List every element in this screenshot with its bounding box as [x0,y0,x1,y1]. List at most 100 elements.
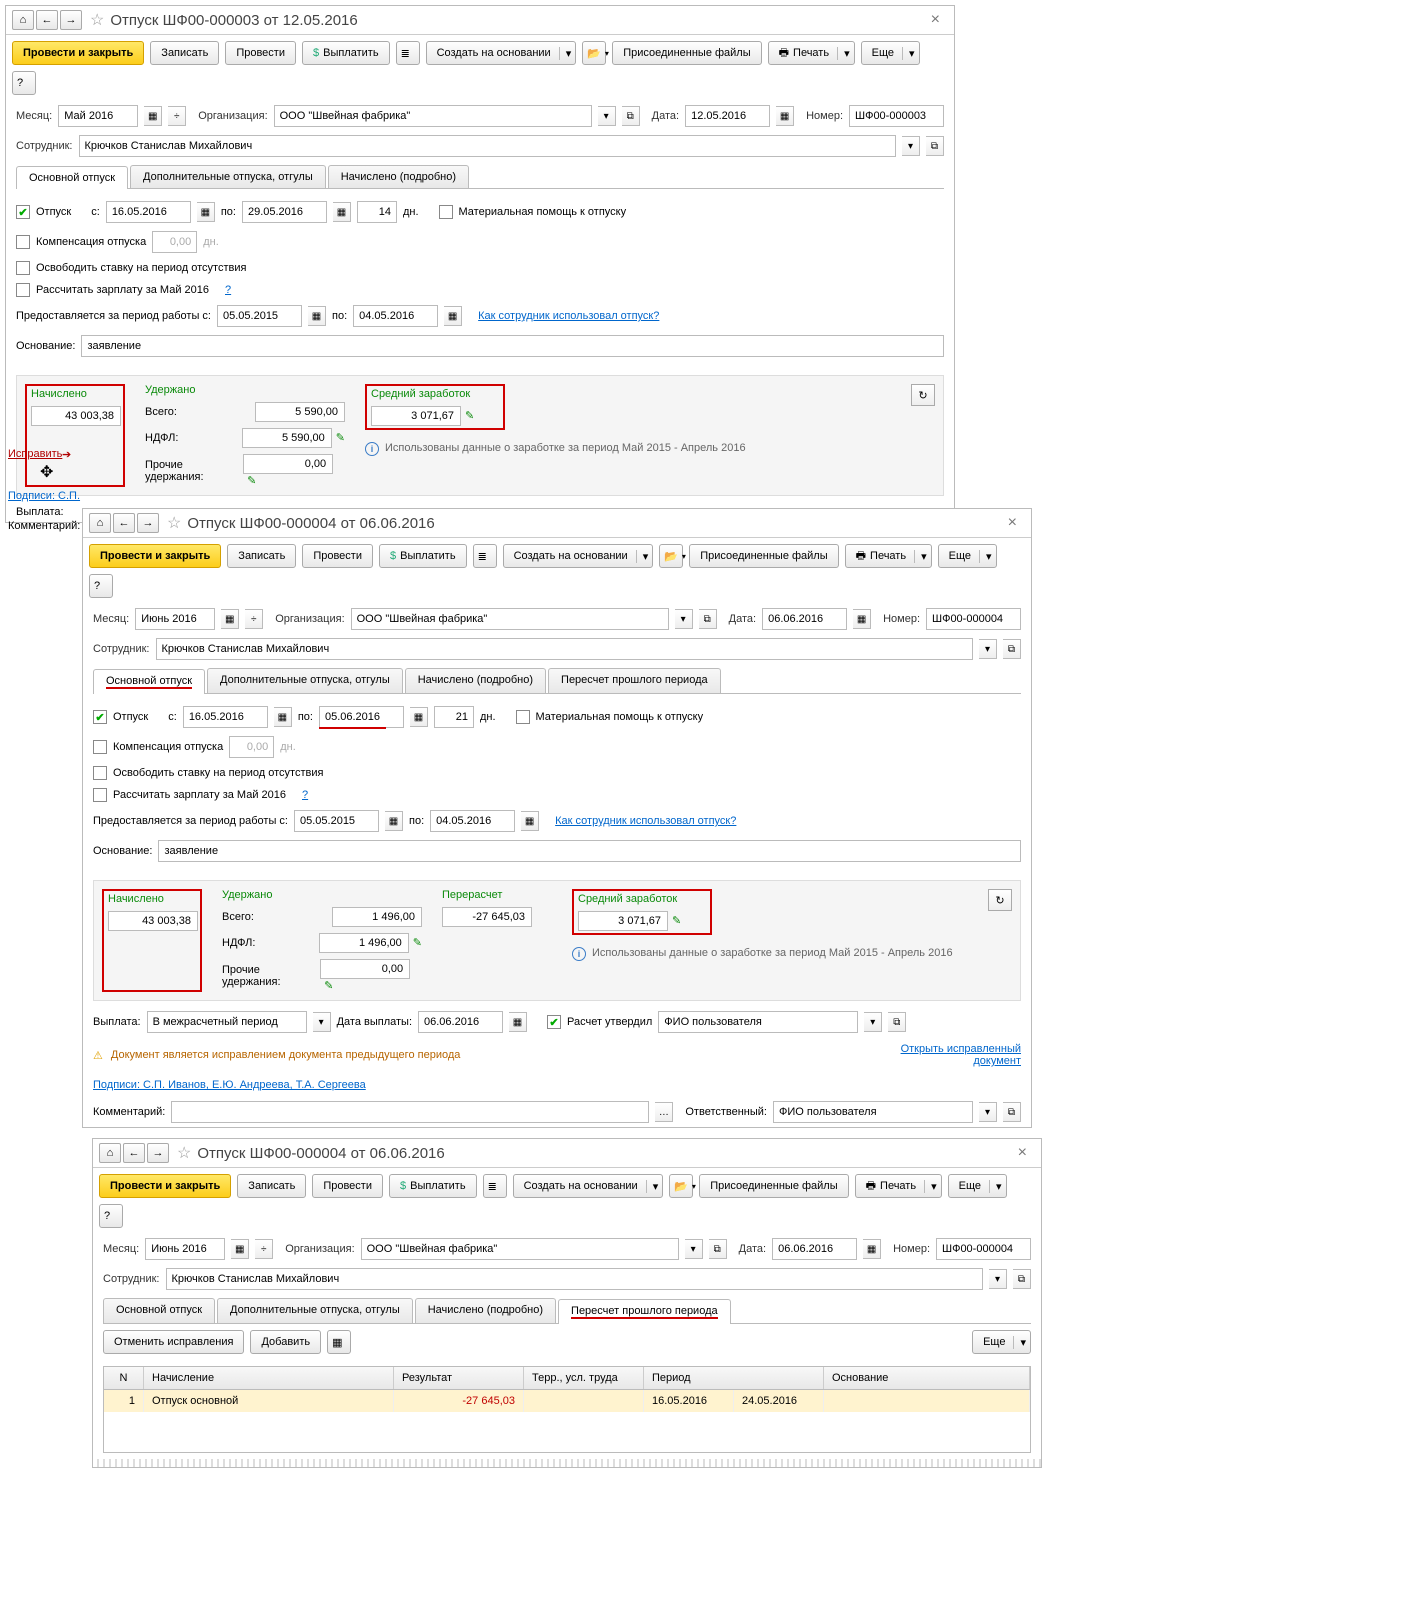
vacation-checkbox[interactable]: ✔ [93,710,107,724]
pay-button[interactable]: $Выплатить [389,1174,477,1198]
emp-open-icon[interactable]: ⧉ [926,136,944,156]
print-button[interactable]: 🖶 Печать▾ [845,544,932,568]
pencil-icon[interactable]: ✎ [465,410,474,422]
fwd-button[interactable]: → [137,513,159,533]
col-n[interactable]: N [104,1367,144,1389]
tab-main[interactable]: Основной отпуск [16,166,128,189]
emp-open-icon[interactable]: ⧉ [1003,639,1021,659]
tab-main[interactable]: Основной отпуск [103,1298,215,1323]
help-link[interactable]: ? [225,284,231,296]
org-open-icon[interactable]: ⧉ [699,609,717,629]
create-based-button[interactable]: Создать на основании▾ [513,1174,664,1198]
pto-cal-icon[interactable]: ▦ [521,811,539,831]
col-terr[interactable]: Терр., усл. труда [524,1367,644,1389]
comp-days-field[interactable] [152,231,197,253]
emp-open-icon[interactable]: ⧉ [1013,1269,1031,1289]
pto-cal-icon[interactable]: ▦ [444,306,462,326]
star-icon[interactable]: ☆ [90,10,104,30]
home-button[interactable]: ⌂ [99,1143,121,1163]
month-spin-icon[interactable]: ÷ [255,1239,273,1259]
resp-field[interactable] [773,1101,973,1123]
create-based-button[interactable]: Создать на основании▾ [426,41,577,65]
pay-button[interactable]: $Выплатить [379,544,467,568]
paydate-cal-icon[interactable]: ▦ [509,1012,527,1032]
add-button[interactable]: Добавить [250,1330,321,1354]
comp-checkbox[interactable] [16,235,30,249]
table-row[interactable]: 1 Отпуск основной -27 645,03 16.05.2016 … [104,1390,1030,1412]
to-cal-icon[interactable]: ▦ [333,202,351,222]
num-field[interactable] [926,608,1021,630]
tab-additional[interactable]: Дополнительные отпуска, отгулы [207,668,403,693]
org-drop-icon[interactable]: ▾ [675,609,693,629]
to-field[interactable] [242,201,327,223]
paydate-field[interactable] [418,1011,503,1033]
pfrom-cal-icon[interactable]: ▦ [308,306,326,326]
fwd-button[interactable]: → [147,1143,169,1163]
col-result[interactable]: Результат [394,1367,524,1389]
org-field[interactable] [274,105,592,127]
list-icon-button[interactable]: ≣ [473,544,497,568]
pencil-icon[interactable]: ✎ [324,980,333,992]
print-button[interactable]: 🖶 Печать▾ [855,1174,942,1198]
emp-drop-icon[interactable]: ▾ [902,136,920,156]
emp-field[interactable] [79,135,897,157]
tab-accrued[interactable]: Начислено (подробно) [328,165,469,188]
from-cal-icon[interactable]: ▦ [197,202,215,222]
from-field[interactable] [183,706,268,728]
pencil-icon[interactable]: ✎ [336,432,345,444]
fwd-button[interactable]: → [60,10,82,30]
basis-field[interactable] [158,840,1021,862]
pay-button[interactable]: $Выплатить [302,41,390,65]
write-button[interactable]: Записать [237,1174,306,1198]
star-icon[interactable]: ☆ [177,1143,191,1163]
approved-by-field[interactable] [658,1011,858,1033]
vacation-checkbox[interactable]: ✔ [16,205,30,219]
post-button[interactable]: Провести [312,1174,383,1198]
create-based-button[interactable]: Создать на основании▾ [503,544,654,568]
mat-aid-checkbox[interactable] [439,205,453,219]
col-basis[interactable]: Основание [824,1367,1030,1389]
month-field[interactable] [58,105,138,127]
pfrom-field[interactable] [294,810,379,832]
sign-link[interactable]: Подписи: С.П. Иванов, Е.Ю. Андреева, Т.А… [93,1079,366,1091]
post-and-close-button[interactable]: Провести и закрыть [12,41,144,65]
tab-additional[interactable]: Дополнительные отпуска, отгулы [217,1298,413,1323]
comp-days-field[interactable] [229,736,274,758]
pencil-icon[interactable]: ✎ [247,475,256,487]
date-picker-icon[interactable]: ▦ [853,609,871,629]
resp-open-icon[interactable]: ⧉ [1003,1102,1021,1122]
col-period[interactable]: Период [644,1367,824,1389]
home-button[interactable]: ⌂ [12,10,34,30]
close-button[interactable]: × [923,11,948,29]
pto-field[interactable] [430,810,515,832]
num-field[interactable] [936,1238,1031,1260]
list-icon-button[interactable]: ≣ [396,41,420,65]
resp-drop-icon[interactable]: ▾ [979,1102,997,1122]
org-open-icon[interactable]: ⧉ [622,106,640,126]
comment-field[interactable] [171,1101,649,1123]
refresh-button[interactable]: ↻ [988,889,1012,911]
org-open-icon[interactable]: ⧉ [709,1239,727,1259]
payout-drop-icon[interactable]: ▾ [313,1012,331,1032]
more-button[interactable]: Еще▾ [948,1174,1007,1198]
tab-accrued[interactable]: Начислено (подробно) [405,668,546,693]
date-picker-icon[interactable]: ▦ [776,106,794,126]
num-field[interactable] [849,105,944,127]
attached-files-button[interactable]: Присоединенные файлы [699,1174,848,1198]
date-field[interactable] [772,1238,857,1260]
write-button[interactable]: Записать [150,41,219,65]
back-button[interactable]: ← [123,1143,145,1163]
help-button[interactable]: ? [12,71,36,95]
folder-icon-button[interactable]: 📂▾ [659,544,683,568]
org-field[interactable] [351,608,669,630]
refresh-button[interactable]: ↻ [911,384,935,406]
approved-drop-icon[interactable]: ▾ [864,1012,882,1032]
from-field[interactable] [106,201,191,223]
payout-mode-field[interactable] [147,1011,307,1033]
date-picker-icon[interactable]: ▦ [863,1239,881,1259]
tab-recalc[interactable]: Пересчет прошлого периода [548,668,721,693]
org-drop-icon[interactable]: ▾ [685,1239,703,1259]
help-button[interactable]: ? [99,1204,123,1228]
month-picker-icon[interactable]: ▦ [231,1239,249,1259]
to-field[interactable] [319,706,404,728]
